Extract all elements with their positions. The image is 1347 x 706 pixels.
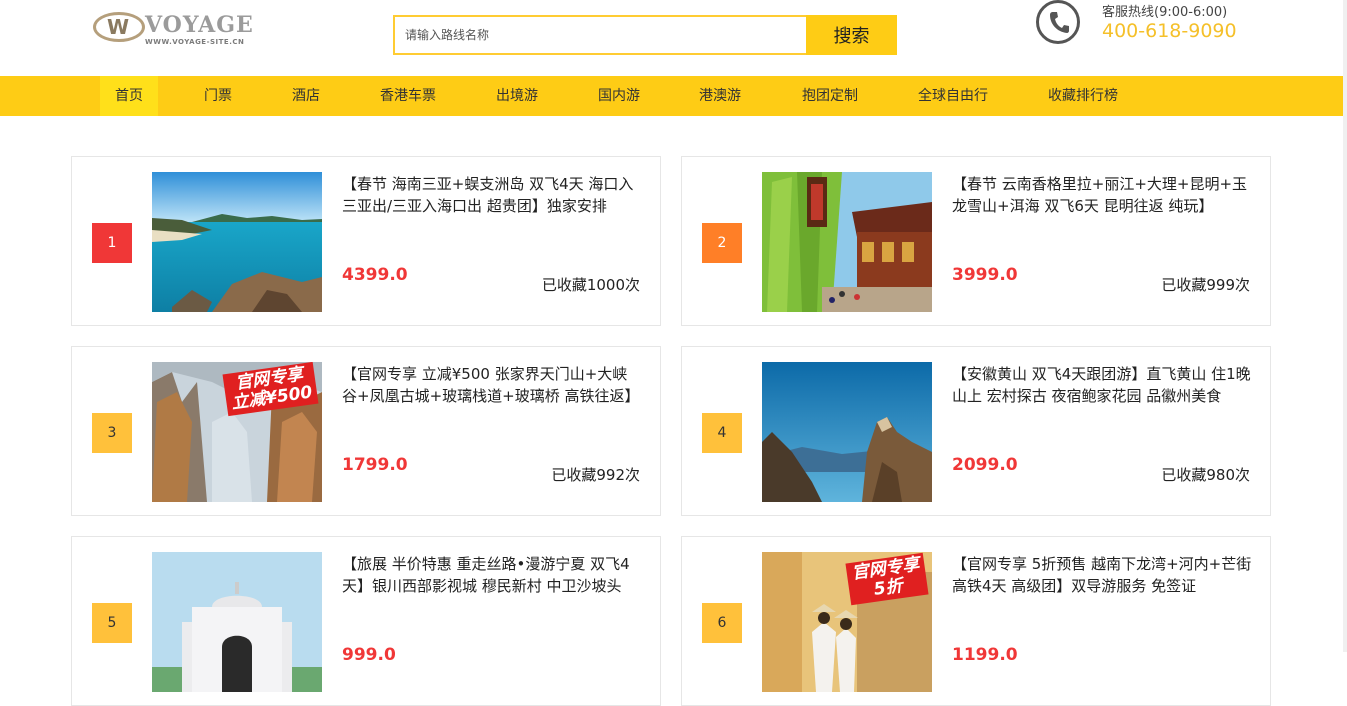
tour-price: 999.0 (342, 645, 396, 665)
favorite-count: 已收藏1000次 (541, 276, 640, 294)
tour-price: 4399.0 (342, 265, 408, 285)
tour-price: 3999.0 (952, 265, 1018, 285)
tour-title[interactable]: 【安徽黄山 双飞4天跟团游】直飞黄山 住1晚山上 宏村探古 夜宿鲍家花园 品徽州… (952, 363, 1252, 407)
tour-title[interactable]: 【春节 海南三亚+蜈支洲岛 双飞4天 海口入三亚出/三亚入海口出 超贵团】独家安… (342, 173, 642, 217)
tour-title[interactable]: 【旅展 半价特惠 重走丝路•漫游宁夏 双飞4天】银川西部影视城 穆民新村 中卫沙… (342, 553, 642, 597)
tour-price: 2099.0 (952, 455, 1018, 475)
rank-badge: 5 (92, 603, 132, 643)
ranking-card[interactable]: 4 【安徽黄山 双飞4天跟团游】直飞黄山 住1晚山上 宏村探古 夜宿鲍家花园 品… (681, 346, 1271, 516)
nav-item-custom-group[interactable]: 抱团定制 (794, 76, 866, 116)
nav-item-outbound[interactable]: 出境游 (488, 76, 546, 116)
tour-thumbnail[interactable] (152, 552, 322, 692)
ranking-card[interactable]: 5 【旅展 半价特惠 重走丝路•漫游宁夏 双飞4天】银川西部影视城 穆民新村 中… (71, 536, 661, 706)
phone-icon (1036, 0, 1080, 44)
rank-badge: 6 (702, 603, 742, 643)
site-logo[interactable]: W VOYAGE WWW.VOYAGE-SITE.CN (93, 10, 253, 50)
tour-title[interactable]: 【春节 云南香格里拉+丽江+大理+昆明+玉龙雪山+洱海 双飞6天 昆明往返 纯玩… (952, 173, 1252, 217)
logo-word: VOYAGE (145, 12, 254, 38)
ranking-card[interactable]: 1 【春节 海南三亚+蜈支洲岛 双飞4天 海口入三亚出/三亚入海口出 超贵团】独… (71, 156, 661, 326)
nav-item-hotels[interactable]: 酒店 (278, 76, 334, 116)
hotline-label: 客服热线(9:00-6:00) (1102, 5, 1228, 20)
favorite-count: 已收藏980次 (1161, 466, 1250, 484)
nav-item-hk-macau[interactable]: 港澳游 (691, 76, 749, 116)
rank-badge: 1 (92, 223, 132, 263)
logo-mark: W (107, 15, 130, 39)
nav-item-domestic[interactable]: 国内游 (590, 76, 648, 116)
page-scrollbar[interactable] (1343, 0, 1347, 652)
tour-price: 1799.0 (342, 455, 408, 475)
search-input[interactable] (393, 15, 806, 55)
rank-badge: 3 (92, 413, 132, 453)
rank-badge: 2 (702, 223, 742, 263)
favorite-count: 已收藏999次 (1161, 276, 1250, 294)
favorite-count: 已收藏992次 (551, 466, 640, 484)
nav-item-home[interactable]: 首页 (100, 76, 158, 116)
hotline-number[interactable]: 400-618-9090 (1102, 20, 1237, 42)
search-bar: 搜索 (393, 15, 897, 55)
tour-thumbnail[interactable]: 官网专享 立减¥500 (152, 362, 322, 502)
site-header: W VOYAGE WWW.VOYAGE-SITE.CN 搜索 客服热线(9:00… (0, 0, 1347, 76)
nav-item-global-free-travel[interactable]: 全球自由行 (910, 76, 996, 116)
tour-title[interactable]: 【官网专享 5折预售 越南下龙湾+河内+芒街 高铁4天 高级团】双导游服务 免签… (952, 553, 1252, 597)
nav-item-hk-bus-tickets[interactable]: 香港车票 (372, 76, 444, 116)
ranking-card[interactable]: 2 【春节 云南香格里拉+丽江+大理+昆明+玉龙雪山+洱海 双飞6天 昆明往返 … (681, 156, 1271, 326)
nav-item-favorites-ranking[interactable]: 收藏排行榜 (1040, 76, 1126, 116)
tour-thumbnail[interactable]: 官网专享 5折 (762, 552, 932, 692)
tour-price: 1199.0 (952, 645, 1018, 665)
nav-item-tickets[interactable]: 门票 (190, 76, 246, 116)
ranking-card[interactable]: 3 官网专享 立减¥500 【官网专享 立减¥500 张家界天门山+大峡谷+凤凰… (71, 346, 661, 516)
search-button[interactable]: 搜索 (806, 15, 897, 55)
main-nav: 首页 门票 酒店 香港车票 出境游 国内游 港澳游 抱团定制 全球自由行 收藏排… (0, 76, 1347, 116)
tour-thumbnail[interactable] (152, 172, 322, 312)
tour-title[interactable]: 【官网专享 立减¥500 张家界天门山+大峡谷+凤凰古城+玻璃栈道+玻璃桥 高铁… (342, 363, 642, 407)
tour-thumbnail[interactable] (762, 172, 932, 312)
logo-site: WWW.VOYAGE-SITE.CN (145, 38, 245, 46)
ranking-card[interactable]: 6 官网专享 5折 【官网专享 5折预售 越南下龙湾+河内+芒街 高铁4天 高级… (681, 536, 1271, 706)
tour-thumbnail[interactable] (762, 362, 932, 502)
hotline: 客服热线(9:00-6:00) 400-618-9090 (1036, 0, 1316, 60)
rank-badge: 4 (702, 413, 742, 453)
